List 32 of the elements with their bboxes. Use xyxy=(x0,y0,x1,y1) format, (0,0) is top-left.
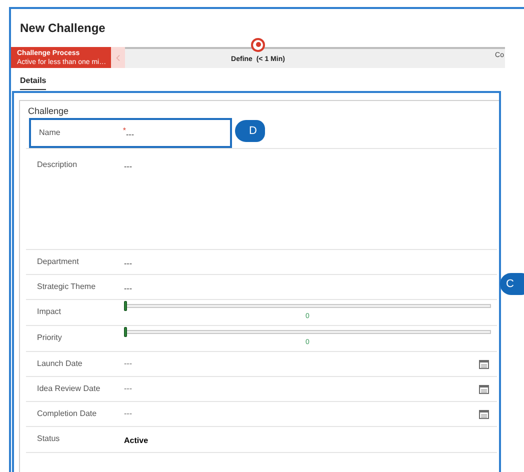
field-label: Strategic Theme xyxy=(37,280,96,292)
status-value: Active xyxy=(124,436,148,445)
required-marker: * xyxy=(122,127,126,135)
field-value[interactable]: --- xyxy=(124,358,132,370)
slider-track[interactable] xyxy=(124,330,491,334)
field-label: Launch Date xyxy=(37,358,82,370)
field-label: Status xyxy=(37,433,60,445)
field-label: Priority xyxy=(37,332,62,344)
field-label: Completion Date xyxy=(37,408,97,420)
slider-thumb[interactable] xyxy=(124,326,127,337)
field-value[interactable]: --- xyxy=(124,408,132,420)
field-label: Department xyxy=(37,256,79,268)
field-label: Idea Review Date xyxy=(37,382,100,394)
field-value[interactable]: --- xyxy=(124,382,132,394)
field-label: Description xyxy=(37,158,78,170)
field-value[interactable]: --- xyxy=(126,130,134,139)
field-label: Name xyxy=(39,127,60,139)
slider-track[interactable] xyxy=(124,304,491,308)
window-title: New Challenge xyxy=(20,20,106,37)
field-value[interactable]: --- xyxy=(124,258,132,268)
calendar-icon[interactable] xyxy=(479,408,489,418)
stage-marker-icon[interactable] xyxy=(251,38,265,52)
field-value[interactable]: --- xyxy=(124,162,132,170)
field-value[interactable]: --- xyxy=(124,284,132,292)
section-title: Challenge xyxy=(27,105,70,118)
callout-marker: D xyxy=(235,120,265,142)
field-label: Impact xyxy=(37,306,62,318)
calendar-icon[interactable] xyxy=(479,358,489,368)
slider-thumb[interactable] xyxy=(124,300,127,311)
callout-marker: C xyxy=(500,273,524,295)
calendar-icon[interactable] xyxy=(479,384,489,394)
tab[interactable]: Details xyxy=(20,75,46,90)
